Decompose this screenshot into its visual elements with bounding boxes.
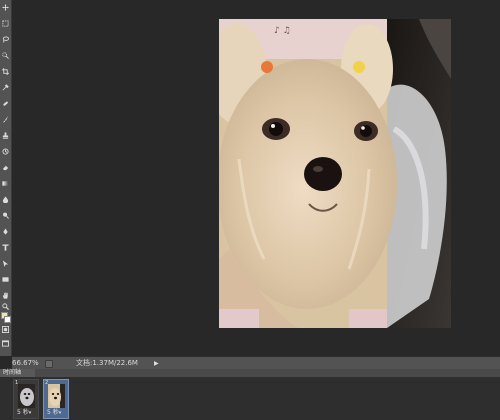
healing-brush-icon[interactable] (2, 100, 9, 107)
blur-icon[interactable] (2, 196, 9, 203)
frame-delay[interactable]: 5 秒▾ (17, 409, 31, 417)
canvas-area[interactable]: ♪ ♫ (12, 0, 500, 356)
lasso-icon[interactable] (2, 36, 9, 43)
status-bar: 66.67% 文档:1.37M/22.6M ▶ (12, 356, 500, 370)
timeline-panel: 时间轴 1 5 秒▾ 2 5 秒▾ (0, 369, 500, 420)
frame-thumbnail (18, 384, 35, 408)
zoom-icon[interactable] (2, 303, 9, 310)
chevron-down-icon: ▾ (28, 410, 32, 416)
background-color-swatch[interactable] (4, 316, 11, 323)
tools-panel (0, 0, 12, 356)
eyedropper-icon[interactable] (2, 84, 9, 91)
history-brush-icon[interactable] (2, 148, 9, 155)
animation-frame-2[interactable]: 2 5 秒▾ (43, 379, 69, 419)
document-canvas[interactable]: ♪ ♫ (219, 19, 451, 328)
dog-photo: ♪ ♫ (219, 19, 451, 328)
svg-text:♪ ♫: ♪ ♫ (274, 26, 291, 36)
animation-frames: 1 5 秒▾ 2 5 秒▾ (0, 377, 500, 420)
frame-thumbnail (48, 384, 65, 408)
pen-icon[interactable] (2, 228, 9, 235)
frame-delay[interactable]: 5 秒▾ (47, 409, 61, 417)
rectangle-icon[interactable] (2, 276, 9, 283)
marquee-icon[interactable] (2, 20, 9, 27)
chevron-down-icon: ▾ (58, 410, 62, 416)
gradient-icon[interactable] (2, 180, 9, 187)
animation-frame-1[interactable]: 1 5 秒▾ (13, 379, 39, 419)
panel-tab-strip (35, 369, 500, 377)
move-icon[interactable] (2, 4, 9, 11)
hand-icon[interactable] (2, 292, 9, 299)
crop-icon[interactable] (2, 68, 9, 75)
quick-mask-icon[interactable] (2, 326, 9, 333)
dodge-icon[interactable] (2, 212, 9, 219)
status-info-icon[interactable] (45, 360, 53, 368)
type-icon[interactable] (2, 244, 9, 251)
tab-timeline[interactable]: 时间轴 (0, 369, 35, 377)
eraser-icon[interactable] (2, 164, 9, 171)
screen-mode-icon[interactable] (2, 340, 9, 347)
clone-stamp-icon[interactable] (2, 132, 9, 139)
brush-icon[interactable] (2, 116, 9, 123)
path-select-icon[interactable] (2, 260, 9, 267)
quick-select-icon[interactable] (2, 52, 9, 59)
